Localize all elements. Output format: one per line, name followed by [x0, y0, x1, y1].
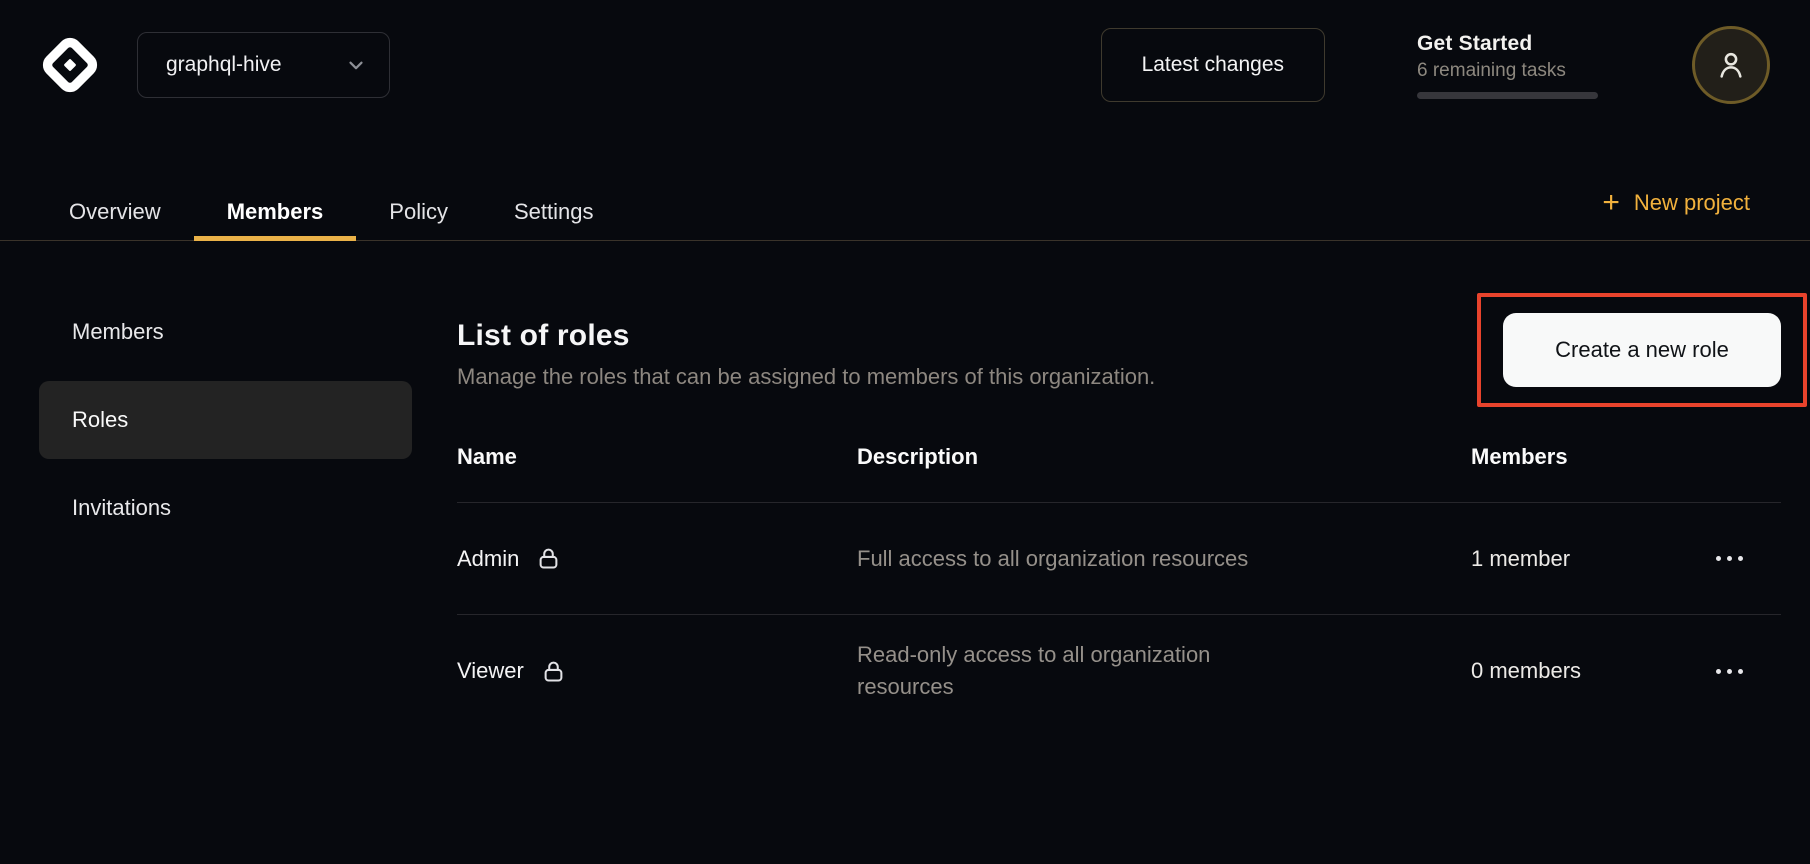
page-subtitle: Manage the roles that can be assigned to…: [457, 364, 1155, 390]
tab-settings[interactable]: Settings: [481, 199, 627, 240]
get-started-subtitle: 6 remaining tasks: [1417, 60, 1598, 82]
row-actions-ellipsis-button[interactable]: [1706, 659, 1753, 684]
lock-icon: [535, 545, 562, 572]
table-row-viewer: Viewer Read-only access to all organizat…: [457, 615, 1781, 727]
role-name-cell: Admin: [457, 545, 857, 572]
column-header-members: Members: [1471, 444, 1677, 470]
role-name: Viewer: [457, 658, 524, 684]
app-header: graphql-hive Latest changes Get Started …: [0, 0, 1810, 130]
members-page-content: Members Roles Invitations List of roles …: [0, 241, 1810, 864]
lock-icon: [540, 658, 567, 685]
user-avatar-button[interactable]: [1692, 26, 1770, 104]
role-name: Admin: [457, 546, 519, 572]
roles-table-header: Name Description Members: [457, 444, 1781, 503]
roles-panel: List of roles Manage the roles that can …: [457, 293, 1781, 864]
role-description: Full access to all organization resource…: [857, 543, 1297, 575]
row-actions-ellipsis-button[interactable]: [1706, 546, 1753, 571]
new-project-button[interactable]: + New project: [1602, 190, 1750, 240]
sidebar-item-members[interactable]: Members: [39, 293, 412, 371]
tab-policy[interactable]: Policy: [356, 199, 481, 240]
table-row-admin: Admin Full access to all organization re…: [457, 503, 1781, 615]
organization-name: graphql-hive: [166, 53, 282, 77]
role-members-count: 0 members: [1471, 658, 1677, 684]
tab-members[interactable]: Members: [194, 199, 357, 240]
get-started-title: Get Started: [1417, 32, 1598, 56]
user-icon: [1713, 47, 1749, 83]
roles-heading-row: List of roles Manage the roles that can …: [457, 293, 1781, 407]
role-description: Read-only access to all organization res…: [857, 639, 1297, 703]
new-project-label: New project: [1634, 190, 1750, 216]
role-members-count: 1 member: [1471, 546, 1677, 572]
role-actions-cell: [1677, 546, 1781, 571]
roles-table: Name Description Members Admin: [457, 444, 1781, 727]
column-header-name: Name: [457, 444, 857, 470]
chevron-down-icon: [345, 54, 367, 76]
sidebar-item-roles[interactable]: Roles: [39, 381, 412, 459]
organization-selector[interactable]: graphql-hive: [137, 32, 390, 98]
app-root: graphql-hive Latest changes Get Started …: [0, 0, 1810, 864]
plus-icon: +: [1602, 192, 1620, 214]
tab-overview[interactable]: Overview: [36, 199, 194, 240]
latest-changes-button[interactable]: Latest changes: [1101, 28, 1325, 102]
members-sidebar: Members Roles Invitations: [39, 293, 412, 864]
role-name-cell: Viewer: [457, 658, 857, 685]
ellipsis-icon: [1716, 669, 1721, 674]
get-started-widget[interactable]: Get Started 6 remaining tasks: [1417, 32, 1598, 99]
highlight-annotation-rectangle: Create a new role: [1477, 293, 1807, 407]
page-title: List of roles: [457, 317, 1155, 355]
get-started-progressbar: [1417, 92, 1598, 99]
roles-titles: List of roles Manage the roles that can …: [457, 317, 1155, 390]
create-role-button[interactable]: Create a new role: [1503, 313, 1781, 387]
sidebar-item-invitations[interactable]: Invitations: [39, 469, 412, 547]
ellipsis-icon: [1716, 556, 1721, 561]
hive-logo-icon[interactable]: [38, 33, 102, 97]
role-actions-cell: [1677, 659, 1781, 684]
column-header-actions: [1677, 444, 1781, 470]
column-header-description: Description: [857, 444, 1471, 470]
org-tabbar: Overview Members Policy Settings + New p…: [0, 130, 1810, 241]
